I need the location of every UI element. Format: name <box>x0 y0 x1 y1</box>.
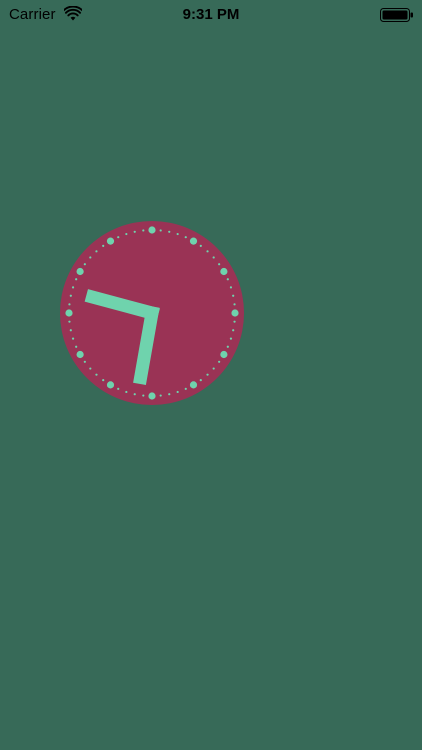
minute-marker <box>176 232 179 236</box>
hour-marker <box>189 237 198 245</box>
minute-marker <box>159 394 162 397</box>
minute-marker <box>184 387 187 390</box>
status-time: 9:31 PM <box>182 6 240 23</box>
hour-marker <box>220 267 228 276</box>
minute-marker <box>133 393 136 396</box>
minute-marker <box>206 373 209 376</box>
hour-marker <box>148 392 156 400</box>
minute-marker <box>89 367 92 370</box>
minute-marker <box>168 230 171 233</box>
minute-marker <box>89 256 92 259</box>
minute-marker <box>184 236 187 239</box>
minute-marker <box>68 320 71 323</box>
minute-marker <box>75 278 78 281</box>
minute-marker <box>199 244 202 247</box>
minute-marker <box>232 294 235 297</box>
minute-marker <box>142 394 145 397</box>
minute-marker <box>102 379 105 382</box>
minute-marker <box>233 303 236 306</box>
hour-marker <box>65 309 73 317</box>
hour-marker <box>189 381 198 389</box>
minute-marker <box>226 345 229 348</box>
hour-marker <box>76 350 84 359</box>
minute-marker <box>71 286 75 289</box>
minute-marker <box>159 229 162 232</box>
hour-marker <box>106 381 115 389</box>
minute-marker <box>83 360 86 363</box>
status-bar: Carrier 9:31 PM <box>0 0 422 30</box>
minute-marker <box>102 244 105 247</box>
minute-marker <box>69 294 72 297</box>
minute-marker <box>176 390 179 394</box>
minute-marker <box>95 373 98 376</box>
minute-marker <box>68 303 71 306</box>
minute-marker <box>75 345 78 348</box>
hour-marker <box>148 226 156 234</box>
minute-marker <box>199 379 202 382</box>
minute-marker <box>133 230 136 233</box>
minute-marker <box>218 263 221 266</box>
hour-marker <box>76 267 84 276</box>
analog-clock <box>60 221 244 405</box>
minute-marker <box>125 232 128 236</box>
minute-marker <box>232 329 235 332</box>
minute-marker <box>117 387 120 390</box>
minute-marker <box>125 390 128 394</box>
minute-marker <box>142 229 145 232</box>
battery-full-icon <box>380 8 414 22</box>
minute-marker <box>212 367 215 370</box>
minute-marker <box>71 337 75 340</box>
minute-marker <box>229 286 233 289</box>
minute-marker <box>229 337 233 340</box>
app-screen: Carrier 9:31 PM <box>0 0 422 750</box>
minute-marker <box>69 329 72 332</box>
hour-marker <box>220 350 228 359</box>
minute-marker <box>83 263 86 266</box>
minute-marker <box>212 256 215 259</box>
minute-marker <box>206 250 209 253</box>
hour-marker <box>231 309 239 317</box>
minute-marker <box>218 360 221 363</box>
minute-marker <box>95 250 98 253</box>
minute-marker <box>117 236 120 239</box>
minute-marker <box>233 320 236 323</box>
minute-marker <box>226 278 229 281</box>
minute-marker <box>168 393 171 396</box>
hour-marker <box>106 237 115 245</box>
